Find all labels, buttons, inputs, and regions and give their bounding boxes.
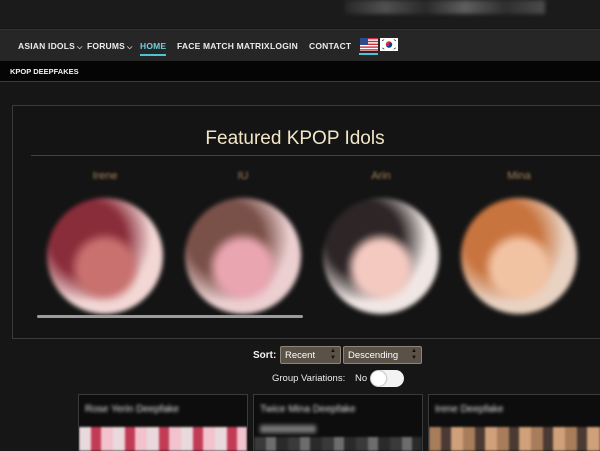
idol-name: Mina <box>507 170 531 182</box>
us-flag-icon[interactable] <box>360 38 378 51</box>
carousel-scrollbar[interactable] <box>37 315 303 318</box>
video-card[interactable]: Irene Deepfake <box>428 394 600 451</box>
sort-order-value: Recent <box>285 350 316 361</box>
card-title[interactable]: Irene Deepfake <box>435 404 503 415</box>
idol-photo[interactable] <box>461 198 577 314</box>
idol-photo[interactable] <box>323 198 439 314</box>
featured-idols-panel: Featured KPOP Idols Irene IU Arin Mina <box>12 105 600 339</box>
idol-name: Irene <box>92 170 118 182</box>
featured-idol-card[interactable]: Mina <box>459 170 579 314</box>
nav-contact[interactable]: CONTACT <box>309 41 351 51</box>
video-card[interactable]: Twice Mina Deepfake <box>253 394 423 451</box>
sort-order-select[interactable]: Recent ▲ ▼ <box>280 346 341 364</box>
toggle-knob[interactable] <box>371 371 386 386</box>
card-thumbnail[interactable] <box>429 427 600 451</box>
nav-item-label: LOGIN <box>270 41 298 51</box>
video-card[interactable]: Rose Yerin Deepfake <box>78 394 248 451</box>
idol-photo[interactable] <box>185 198 301 314</box>
sort-direction-value: Descending <box>348 350 399 361</box>
idol-photo[interactable] <box>47 198 163 314</box>
chevron-down-icon: ⌵ <box>127 44 133 51</box>
card-thumbnail[interactable] <box>79 427 247 451</box>
featured-title: Featured KPOP Idols <box>205 128 385 149</box>
group-variations-value: No <box>355 373 368 384</box>
updown-arrows-icon: ▲ ▼ <box>411 348 417 361</box>
nav-home[interactable]: HOME <box>140 41 167 56</box>
active-language-indicator <box>359 53 378 55</box>
top-banner <box>0 0 600 28</box>
card-title[interactable]: Rose Yerin Deepfake <box>85 404 179 415</box>
nav-login[interactable]: LOGIN <box>270 41 298 51</box>
nav-item-label: ASIAN IDOLS <box>18 41 75 51</box>
card-thumbnail[interactable] <box>254 437 422 451</box>
chevron-down-icon: ⌵ <box>76 44 83 51</box>
nav-face-match-matrix[interactable]: FACE MATCH MATRIX <box>177 41 270 51</box>
sort-direction-select[interactable]: Descending ▲ ▼ <box>343 346 422 364</box>
updown-arrows-icon: ▲ ▼ <box>330 348 336 361</box>
featured-idol-card[interactable]: IU <box>183 170 303 314</box>
idol-name: Arin <box>371 170 391 182</box>
main-nav: ASIAN IDOLS ⌵ FORUMS ⌵ HOME FACE MATCH MAT… <box>0 29 600 61</box>
nav-item-label: FORUMS <box>87 41 126 51</box>
idol-name: IU <box>237 170 249 182</box>
group-variations-label: Group Variations: <box>272 373 346 384</box>
sort-label: Sort: <box>253 350 277 361</box>
nav-asian-idols[interactable]: ASIAN IDOLS ⌵ <box>18 41 83 52</box>
featured-idol-card[interactable]: Irene <box>45 170 165 314</box>
nav-item-label: CONTACT <box>309 41 352 51</box>
section-title: KPOP DEEPFAKES <box>10 67 79 76</box>
korea-flag-icon[interactable] <box>380 38 398 51</box>
featured-idol-card[interactable]: Arin <box>321 170 441 314</box>
section-bar: KPOP DEEPFAKES <box>0 61 600 82</box>
card-title[interactable]: Twice Mina Deepfake <box>260 404 356 415</box>
group-variations-toggle[interactable] <box>370 370 404 387</box>
nav-item-label: FACE MATCH MATRIX <box>177 41 270 51</box>
banner-image <box>345 0 545 14</box>
nav-forums[interactable]: FORUMS ⌵ <box>87 41 133 52</box>
card-meta <box>260 425 316 433</box>
nav-item-label: HOME <box>140 41 167 51</box>
divider <box>31 155 600 156</box>
